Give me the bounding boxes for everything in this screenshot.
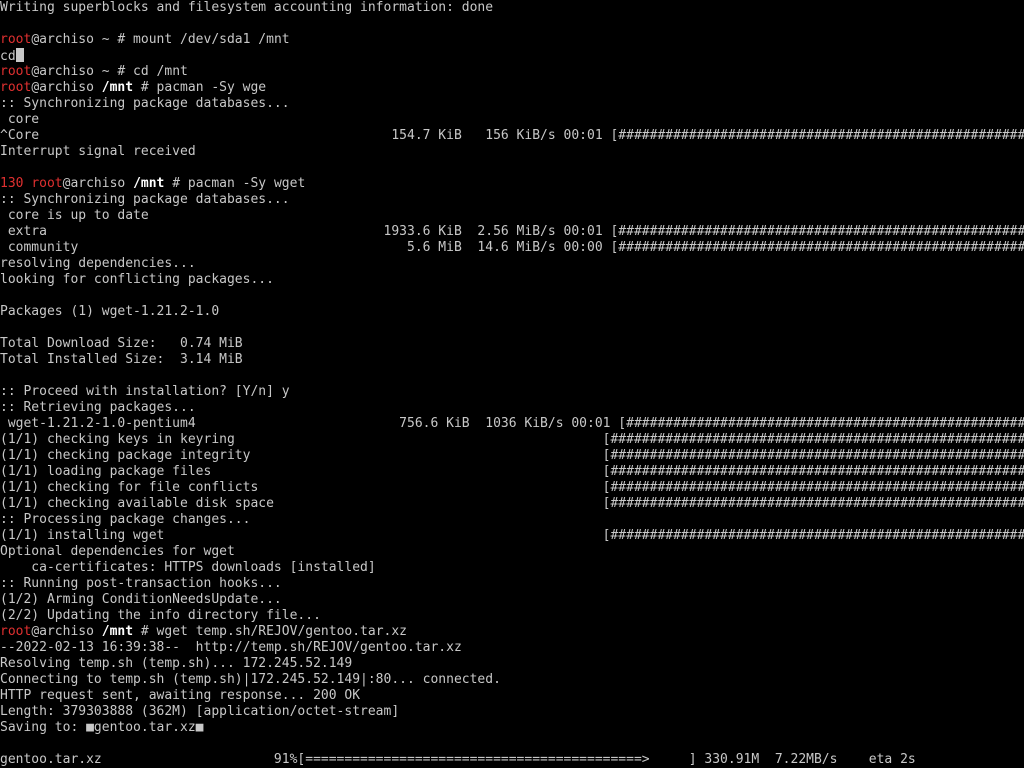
terminal-line: root@archiso /mnt # pacman -Sy wge [0, 80, 266, 96]
terminal-line: 130 root@archiso /mnt # pacman -Sy wget [0, 176, 305, 192]
terminal-text: Interrupt signal received [0, 144, 196, 159]
terminal-line: :: Processing package changes... [0, 512, 250, 528]
terminal-text: Optional dependencies for wget [0, 544, 235, 559]
terminal-text: core is up to date [0, 208, 149, 223]
terminal-line: Total Download Size: 0.74 MiB [0, 336, 243, 352]
terminal-text: :: Proceed with installation? [Y/n] y [0, 384, 290, 399]
terminal-text: (2/2) Updating the info directory file..… [0, 608, 321, 623]
terminal-line: Writing superblocks and filesystem accou… [0, 0, 493, 16]
terminal-text: :: Retrieving packages... [0, 400, 196, 415]
terminal-text: Packages (1) wget-1.21.2-1.0 [0, 304, 220, 319]
terminal-line: Connecting to temp.sh (temp.sh)|172.245.… [0, 672, 501, 688]
terminal-text: @archiso [62, 176, 134, 191]
terminal-text: :: Synchronizing package databases... [0, 96, 290, 111]
terminal-window[interactable]: Writing superblocks and filesystem accou… [0, 0, 1024, 768]
terminal-line: gentoo.tar.xz 91%[======================… [0, 752, 916, 768]
terminal-text: community 5.6 MiB 14.6 MiB/s 00:00 [####… [0, 240, 1024, 255]
terminal-text: (1/1) checking package integrity [######… [0, 448, 1024, 463]
terminal-text: ^Core 154.7 KiB 156 KiB/s 00:01 [#######… [0, 128, 1024, 143]
terminal-text: Connecting to temp.sh (temp.sh)|172.245.… [0, 672, 501, 687]
terminal-line: (1/1) checking keys in keyring [########… [0, 432, 1024, 448]
terminal-line: wget-1.21.2-1.0-pentium4 756.6 KiB 1036 … [0, 416, 1024, 432]
terminal-line: resolving dependencies... [0, 256, 196, 272]
terminal-line: (1/2) Arming ConditionNeedsUpdate... [0, 592, 282, 608]
terminal-text: HTTP request sent, awaiting response... … [0, 688, 361, 703]
terminal-line: (1/1) installing wget [#################… [0, 528, 1024, 544]
terminal-line: (1/1) checking for file conflicts [#####… [0, 480, 1024, 496]
terminal-text: @archiso [31, 624, 102, 639]
terminal-line: HTTP request sent, awaiting response... … [0, 688, 360, 704]
terminal-line: (1/1) loading package files [###########… [0, 464, 1024, 480]
terminal-text: @archiso [31, 80, 102, 95]
terminal-line: community 5.6 MiB 14.6 MiB/s 00:00 [####… [0, 240, 1024, 256]
terminal-line: Resolving temp.sh (temp.sh)... 172.245.5… [0, 656, 352, 672]
terminal-text: Resolving temp.sh (temp.sh)... 172.245.5… [0, 656, 353, 671]
prompt-cwd: /mnt [133, 176, 165, 191]
terminal-text: --2022-02-13 16:39:38-- http://temp.sh/R… [0, 640, 462, 655]
terminal-text: (1/1) checking keys in keyring [########… [0, 432, 1024, 447]
prompt-user: root [31, 176, 63, 191]
prompt-user: root [0, 624, 32, 639]
terminal-line: core [0, 112, 39, 128]
terminal-text: # pacman -Sy wget [164, 176, 306, 191]
terminal-line: (1/1) checking package integrity [######… [0, 448, 1024, 464]
terminal-text: wget-1.21.2-1.0-pentium4 756.6 KiB 1036 … [0, 416, 1024, 431]
prompt-exit: 130 [0, 176, 32, 191]
terminal-line: extra 1933.6 KiB 2.56 MiB/s 00:01 [#####… [0, 224, 1024, 240]
terminal-line: :: Retrieving packages... [0, 400, 196, 416]
terminal-text: @archiso ~ # cd /mnt [31, 64, 188, 79]
terminal-text: # pacman -Sy wge [133, 80, 267, 95]
terminal-line: :: Synchronizing package databases... [0, 192, 290, 208]
terminal-text: ca-certificates: HTTPS downloads [instal… [0, 560, 376, 575]
terminal-line: (1/1) checking available disk space [###… [0, 496, 1024, 512]
terminal-text: :: Running post-transaction hooks... [0, 576, 282, 591]
terminal-line: Interrupt signal received [0, 144, 196, 160]
prompt-user: root [0, 80, 32, 95]
terminal-text: (1/2) Arming ConditionNeedsUpdate... [0, 592, 282, 607]
terminal-text: Writing superblocks and filesystem accou… [0, 0, 494, 15]
terminal-line: Length: 379303888 (362M) [application/oc… [0, 704, 399, 720]
terminal-text: Total Installed Size: 3.14 MiB [0, 352, 243, 367]
terminal-text: resolving dependencies... [0, 256, 196, 271]
terminal-line: ca-certificates: HTTPS downloads [instal… [0, 560, 376, 576]
terminal-text: (1/1) installing wget [#################… [0, 528, 1024, 543]
terminal-line: Saving to: ■gentoo.tar.xz■ [0, 720, 204, 736]
terminal-line: --2022-02-13 16:39:38-- http://temp.sh/R… [0, 640, 462, 656]
terminal-line: Packages (1) wget-1.21.2-1.0 [0, 304, 219, 320]
text-cursor [15, 48, 24, 62]
terminal-line: :: Proceed with installation? [Y/n] y [0, 384, 290, 400]
terminal-line: (2/2) Updating the info directory file..… [0, 608, 321, 624]
terminal-text: @archiso ~ # mount /dev/sda1 /mnt [31, 32, 290, 47]
terminal-line: root@archiso ~ # mount /dev/sda1 /mnt [0, 32, 290, 48]
terminal-text: extra 1933.6 KiB 2.56 MiB/s 00:01 [#####… [0, 224, 1024, 239]
terminal-text: gentoo.tar.xz 91%[======================… [0, 752, 916, 767]
terminal-text: Length: 379303888 (362M) [application/oc… [0, 704, 400, 719]
terminal-text: (1/1) loading package files [###########… [0, 464, 1024, 479]
prompt-user: root [0, 64, 32, 79]
prompt-cwd: /mnt [101, 624, 134, 639]
prompt-cwd: /mnt [101, 80, 134, 95]
prompt-user: root [0, 32, 32, 47]
terminal-line: root@archiso ~ # cd /mnt [0, 64, 188, 80]
terminal-line: core is up to date [0, 208, 149, 224]
terminal-line: cd [0, 48, 24, 64]
terminal-text: # wget temp.sh/REJOV/gentoo.tar.xz [133, 624, 408, 639]
terminal-text: :: Processing package changes... [0, 512, 251, 527]
terminal-line: Optional dependencies for wget [0, 544, 235, 560]
terminal-line: :: Synchronizing package databases... [0, 96, 290, 112]
terminal-line: Total Installed Size: 3.14 MiB [0, 352, 243, 368]
terminal-text: Total Download Size: 0.74 MiB [0, 336, 243, 351]
terminal-line: root@archiso /mnt # wget temp.sh/REJOV/g… [0, 624, 407, 640]
terminal-line: looking for conflicting packages... [0, 272, 274, 288]
terminal-text: (1/1) checking available disk space [###… [0, 496, 1024, 511]
terminal-text: :: Synchronizing package databases... [0, 192, 290, 207]
terminal-text: core [0, 112, 40, 127]
terminal-text: cd [0, 49, 16, 64]
terminal-text: looking for conflicting packages... [0, 272, 274, 287]
terminal-text: Saving to: ■gentoo.tar.xz■ [0, 720, 204, 735]
terminal-text: (1/1) checking for file conflicts [#####… [0, 480, 1024, 495]
terminal-line: ^Core 154.7 KiB 156 KiB/s 00:01 [#######… [0, 128, 1024, 144]
terminal-line: :: Running post-transaction hooks... [0, 576, 282, 592]
